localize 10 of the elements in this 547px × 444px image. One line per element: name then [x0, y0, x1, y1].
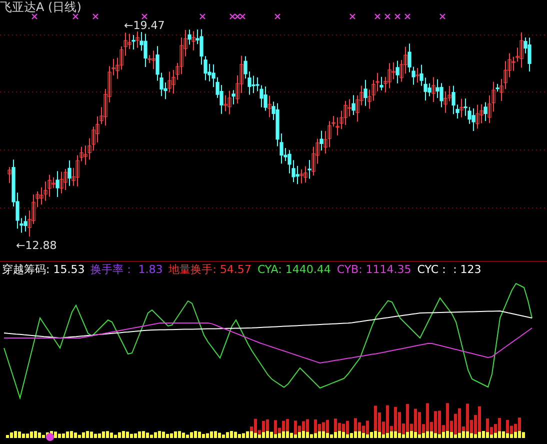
indicator-value: CYB: 1114.35	[336, 262, 412, 278]
indicator-value: 换手率： 1.83	[90, 262, 163, 278]
high-price-label: ←19.47	[124, 20, 165, 32]
indicator-value: CYC： : 123	[417, 262, 482, 278]
indicator-value: 穿越筹码: 15.53	[2, 262, 85, 278]
signal-dot	[46, 433, 54, 441]
low-price-label: ←12.88	[16, 240, 57, 252]
chart-title: 飞亚达A (日线)	[0, 0, 82, 14]
indicator-value: CYA: 1440.44	[257, 262, 331, 278]
indicator-value: 地量换手: 54.57	[168, 262, 252, 278]
